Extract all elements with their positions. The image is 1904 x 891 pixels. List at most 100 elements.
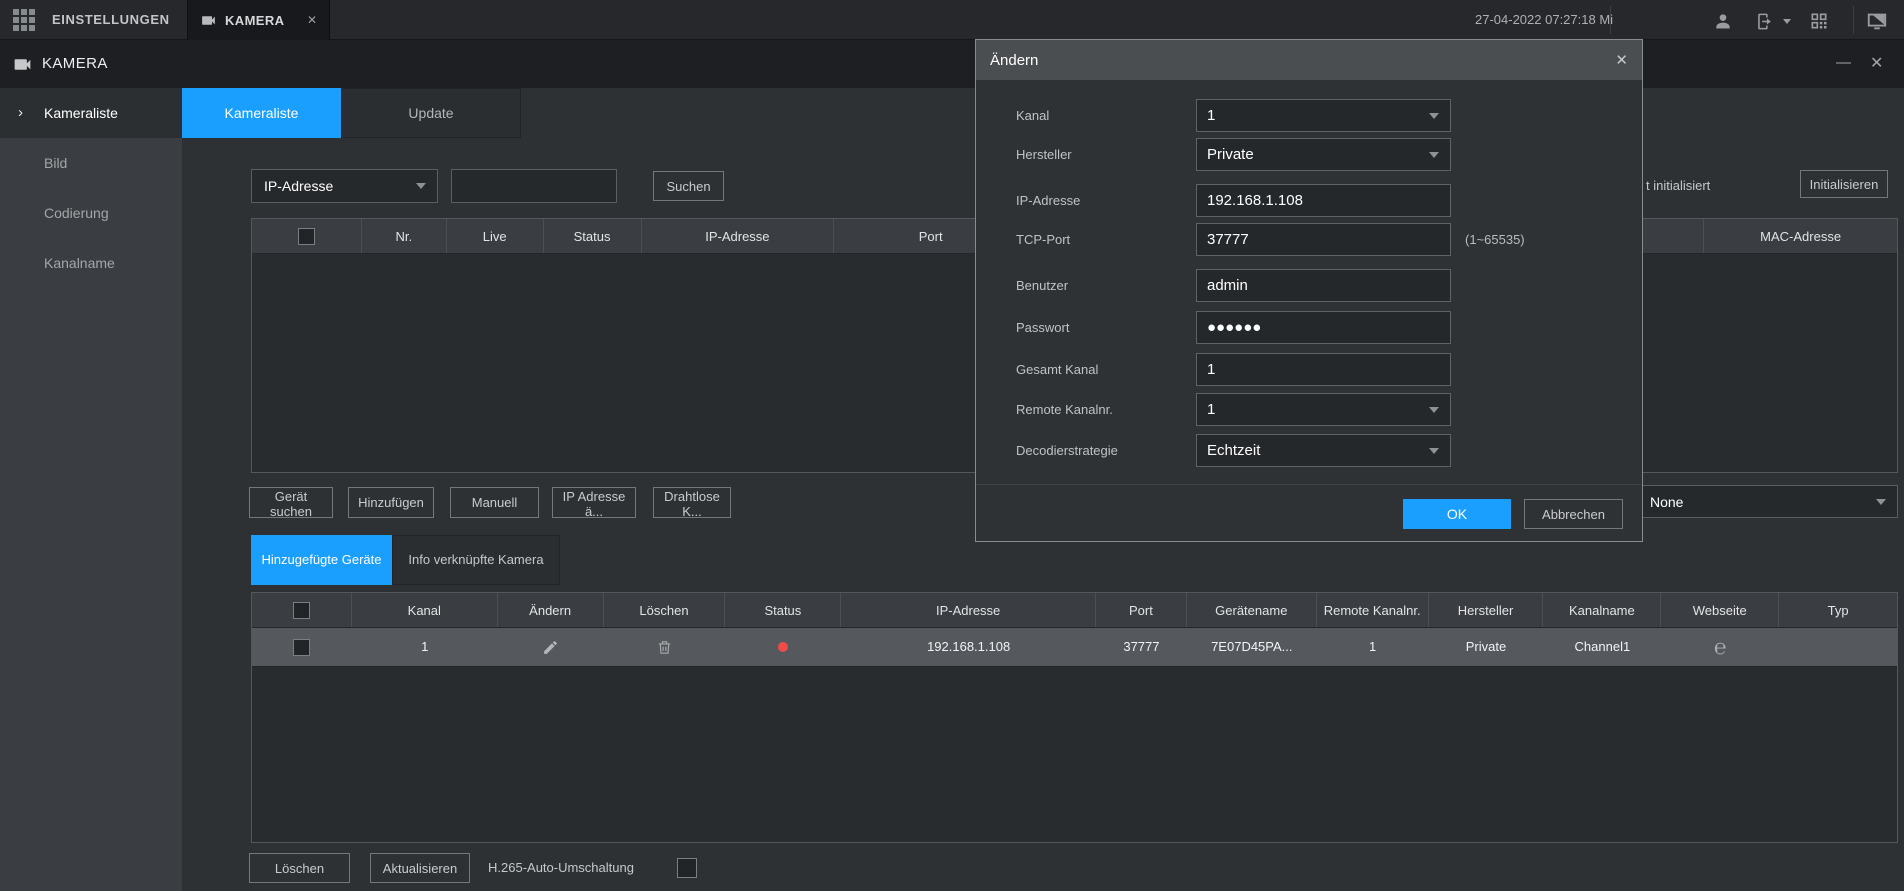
username-field[interactable]: [1196, 269, 1451, 302]
divider: [1853, 6, 1854, 34]
sidebar: › Kameraliste Bild Codierung Kanalname: [0, 88, 182, 891]
chevron-right-icon: ›: [18, 88, 23, 138]
column-header-webseite: Webseite: [1661, 593, 1779, 627]
trash-icon[interactable]: [604, 628, 726, 666]
dialog-title: Ändern: [990, 52, 1038, 69]
hersteller-select-value: Private: [1207, 146, 1254, 163]
dropdown-arrow-icon: [1429, 407, 1439, 413]
wireless-button[interactable]: Drahtlose K...: [653, 487, 731, 518]
delete-button[interactable]: Löschen: [249, 853, 350, 883]
display-icon[interactable]: [1866, 10, 1888, 32]
remote-channel-select-value: 1: [1207, 401, 1215, 418]
refresh-button[interactable]: Aktualisieren: [370, 853, 470, 883]
close-icon[interactable]: ✕: [1870, 40, 1883, 88]
tab-kamera-label: KAMERA: [225, 13, 284, 28]
field-label-gesamt-kanal: Gesamt Kanal: [1016, 362, 1196, 377]
divider: [1610, 6, 1611, 34]
kanal-select[interactable]: 1: [1196, 99, 1451, 132]
dialog-header: Ändern ✕: [976, 40, 1642, 80]
hersteller-select[interactable]: Private: [1196, 138, 1451, 171]
decode-strategy-select[interactable]: Echtzeit: [1196, 434, 1451, 467]
column-header-ip: IP-Adresse: [841, 593, 1096, 627]
cancel-button[interactable]: Abbrechen: [1524, 499, 1623, 529]
edit-pencil-icon[interactable]: [498, 628, 604, 666]
h265-auto-switch-label: H.265-Auto-Umschaltung: [488, 853, 634, 883]
qr-code-icon[interactable]: [1808, 10, 1830, 32]
password-field[interactable]: [1196, 311, 1451, 344]
cell-hersteller: Private: [1429, 628, 1544, 666]
column-header-kanalname: Kanalname: [1543, 593, 1661, 627]
tab-kameraliste[interactable]: Kameraliste: [182, 88, 341, 138]
column-header-nr: Nr.: [362, 219, 447, 253]
total-channels-field[interactable]: [1196, 353, 1451, 386]
user-icon[interactable]: [1712, 10, 1734, 32]
kanal-select-value: 1: [1207, 107, 1215, 124]
search-button[interactable]: Suchen: [653, 171, 724, 201]
dropdown-arrow-icon: [1429, 113, 1439, 119]
row-checkbox[interactable]: [293, 639, 310, 656]
column-header-mac: MAC-Adresse: [1704, 219, 1897, 253]
sidebar-item-bild[interactable]: Bild: [0, 138, 182, 188]
ok-button[interactable]: OK: [1403, 499, 1511, 529]
page-title: KAMERA: [42, 40, 108, 88]
tab-added-devices[interactable]: Hinzugefügte Geräte: [251, 535, 392, 585]
none-select[interactable]: None: [1637, 485, 1898, 518]
column-header-aendern: Ändern: [498, 593, 604, 627]
top-bar: EINSTELLUNGEN KAMERA ✕ 27-04-2022 07:27:…: [0, 0, 1904, 40]
logout-icon[interactable]: [1753, 10, 1775, 32]
search-input[interactable]: [451, 169, 617, 203]
column-header-loeschen: Löschen: [604, 593, 726, 627]
field-label-remote-kanalnr: Remote Kanalnr.: [1016, 402, 1196, 417]
search-filter-select[interactable]: IP-Adresse: [251, 169, 438, 203]
tab-close-icon[interactable]: ✕: [307, 13, 317, 27]
field-label-passwort: Passwort: [1016, 320, 1196, 335]
dialog-footer-divider: [976, 484, 1642, 485]
tab-einstellungen[interactable]: EINSTELLUNGEN: [52, 0, 170, 40]
nvr-camera-settings-window: EINSTELLUNGEN KAMERA ✕ 27-04-2022 07:27:…: [0, 0, 1904, 891]
field-label-hersteller: Hersteller: [1016, 147, 1196, 162]
datetime: 27-04-2022 07:27:18 Mi: [1475, 0, 1613, 40]
sidebar-item-label: Kanalname: [44, 255, 115, 271]
select-all-checkbox[interactable]: [298, 228, 315, 245]
sidebar-item-kameraliste[interactable]: › Kameraliste: [0, 88, 182, 138]
modify-ip-button[interactable]: IP Adresse ä...: [552, 487, 636, 518]
tab-update[interactable]: Update: [341, 88, 521, 138]
column-header-typ: Typ: [1779, 593, 1897, 627]
header-select-all: [252, 219, 362, 253]
initialize-button[interactable]: Initialisieren: [1800, 170, 1888, 198]
close-icon[interactable]: ✕: [1615, 51, 1628, 69]
manual-button[interactable]: Manuell: [450, 487, 539, 518]
tab-kamera[interactable]: KAMERA ✕: [187, 0, 330, 40]
cell-kanal: 1: [352, 628, 498, 666]
select-all-checkbox[interactable]: [293, 602, 310, 619]
minimize-icon[interactable]: —: [1836, 40, 1851, 88]
add-button[interactable]: Hinzufügen: [348, 487, 434, 518]
cell-ip: 192.168.1.108: [841, 628, 1096, 666]
browser-e-icon[interactable]: ℮: [1661, 628, 1779, 666]
table-row[interactable]: 1 192.168.1.108 37777 7E07D45PA... 1 Pri…: [252, 628, 1897, 667]
column-header-hersteller: Hersteller: [1429, 593, 1544, 627]
decode-strategy-select-value: Echtzeit: [1207, 442, 1260, 459]
device-search-button[interactable]: Gerät suchen: [249, 487, 333, 518]
apps-grid-icon[interactable]: [13, 9, 35, 31]
added-devices-table: Kanal Ändern Löschen Status IP-Adresse P…: [251, 592, 1898, 843]
column-header-remote-kanalnr: Remote Kanalnr.: [1317, 593, 1429, 627]
column-header-live: Live: [447, 219, 544, 253]
ip-address-field[interactable]: [1196, 184, 1451, 217]
caret-down-icon[interactable]: [1783, 19, 1791, 24]
tcp-port-field[interactable]: [1196, 223, 1451, 256]
sidebar-item-label: Kameraliste: [44, 105, 118, 121]
table-header-row: Kanal Ändern Löschen Status IP-Adresse P…: [252, 593, 1897, 628]
status-dot: [725, 628, 841, 666]
dropdown-arrow-icon: [1429, 448, 1439, 454]
camera-icon: [200, 12, 217, 29]
sidebar-item-kanalname[interactable]: Kanalname: [0, 238, 182, 288]
field-label-benutzer: Benutzer: [1016, 278, 1196, 293]
modify-dialog: Ändern ✕ Kanal 1 Hersteller Private IP-A…: [975, 39, 1643, 542]
sidebar-item-label: Bild: [44, 155, 67, 171]
h265-auto-switch-checkbox[interactable]: [677, 858, 697, 878]
tab-linked-info[interactable]: Info verknüpfte Kamera: [392, 535, 560, 585]
remote-channel-select[interactable]: 1: [1196, 393, 1451, 426]
tcp-port-range-hint: (1~65535): [1465, 232, 1525, 247]
sidebar-item-codierung[interactable]: Codierung: [0, 188, 182, 238]
